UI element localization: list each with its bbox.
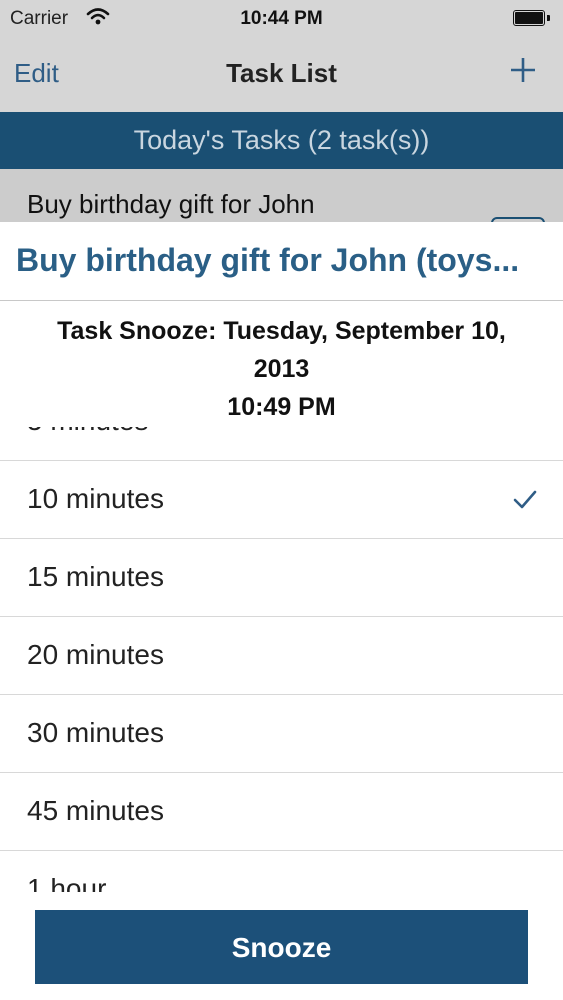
snooze-option-label: 20 minutes xyxy=(27,639,164,670)
page-title: Task List xyxy=(226,58,337,88)
task-row-title: Buy birthday gift for John xyxy=(27,189,315,219)
snooze-option-label: 1 hour xyxy=(27,873,107,892)
snooze-option[interactable]: 30 minutes xyxy=(0,695,563,773)
sheet-title: Buy birthday gift for John (toys... xyxy=(16,242,520,278)
divider xyxy=(0,300,563,301)
snooze-option-label: 10 minutes xyxy=(27,483,164,514)
snooze-option[interactable]: 5 minutes xyxy=(0,427,563,461)
battery-icon xyxy=(513,10,550,26)
snooze-option-label: 30 minutes xyxy=(27,717,164,748)
snooze-button[interactable]: Snooze xyxy=(35,910,528,984)
snooze-option[interactable]: 15 minutes xyxy=(0,539,563,617)
checkmark-icon xyxy=(513,490,537,509)
snooze-sheet: Buy birthday gift for John (toys... Task… xyxy=(0,222,563,1000)
snooze-option-label: 15 minutes xyxy=(27,561,164,592)
navigation-bar: Edit Task List xyxy=(0,38,563,112)
snooze-info-line2: 2013 xyxy=(253,355,310,383)
snooze-info-line1: Task Snooze: Tuesday, September 10, xyxy=(57,317,506,345)
snooze-options-list[interactable]: 5 minutes 10 minutes 15 minutes 20 minut… xyxy=(0,427,563,892)
snooze-option[interactable]: 1 hour xyxy=(0,851,563,892)
section-header: Today's Tasks (2 task(s)) xyxy=(0,112,563,169)
snooze-option[interactable]: 10 minutes xyxy=(0,461,563,539)
snooze-info-line3: 10:49 PM xyxy=(227,393,336,421)
status-time: 10:44 PM xyxy=(240,8,323,29)
snooze-option[interactable]: 45 minutes xyxy=(0,773,563,851)
snooze-option-label: 45 minutes xyxy=(27,795,164,826)
status-bar: Carrier 10:44 PM xyxy=(0,0,563,38)
background-app: Carrier 10:44 PM Edit Task List Today's … xyxy=(0,0,563,240)
snooze-option[interactable]: 20 minutes xyxy=(0,617,563,695)
snooze-option-label: 5 minutes xyxy=(27,427,148,437)
snooze-info: Task Snooze: Tuesday, September 10, 2013… xyxy=(0,312,563,426)
plus-icon[interactable] xyxy=(509,56,537,84)
